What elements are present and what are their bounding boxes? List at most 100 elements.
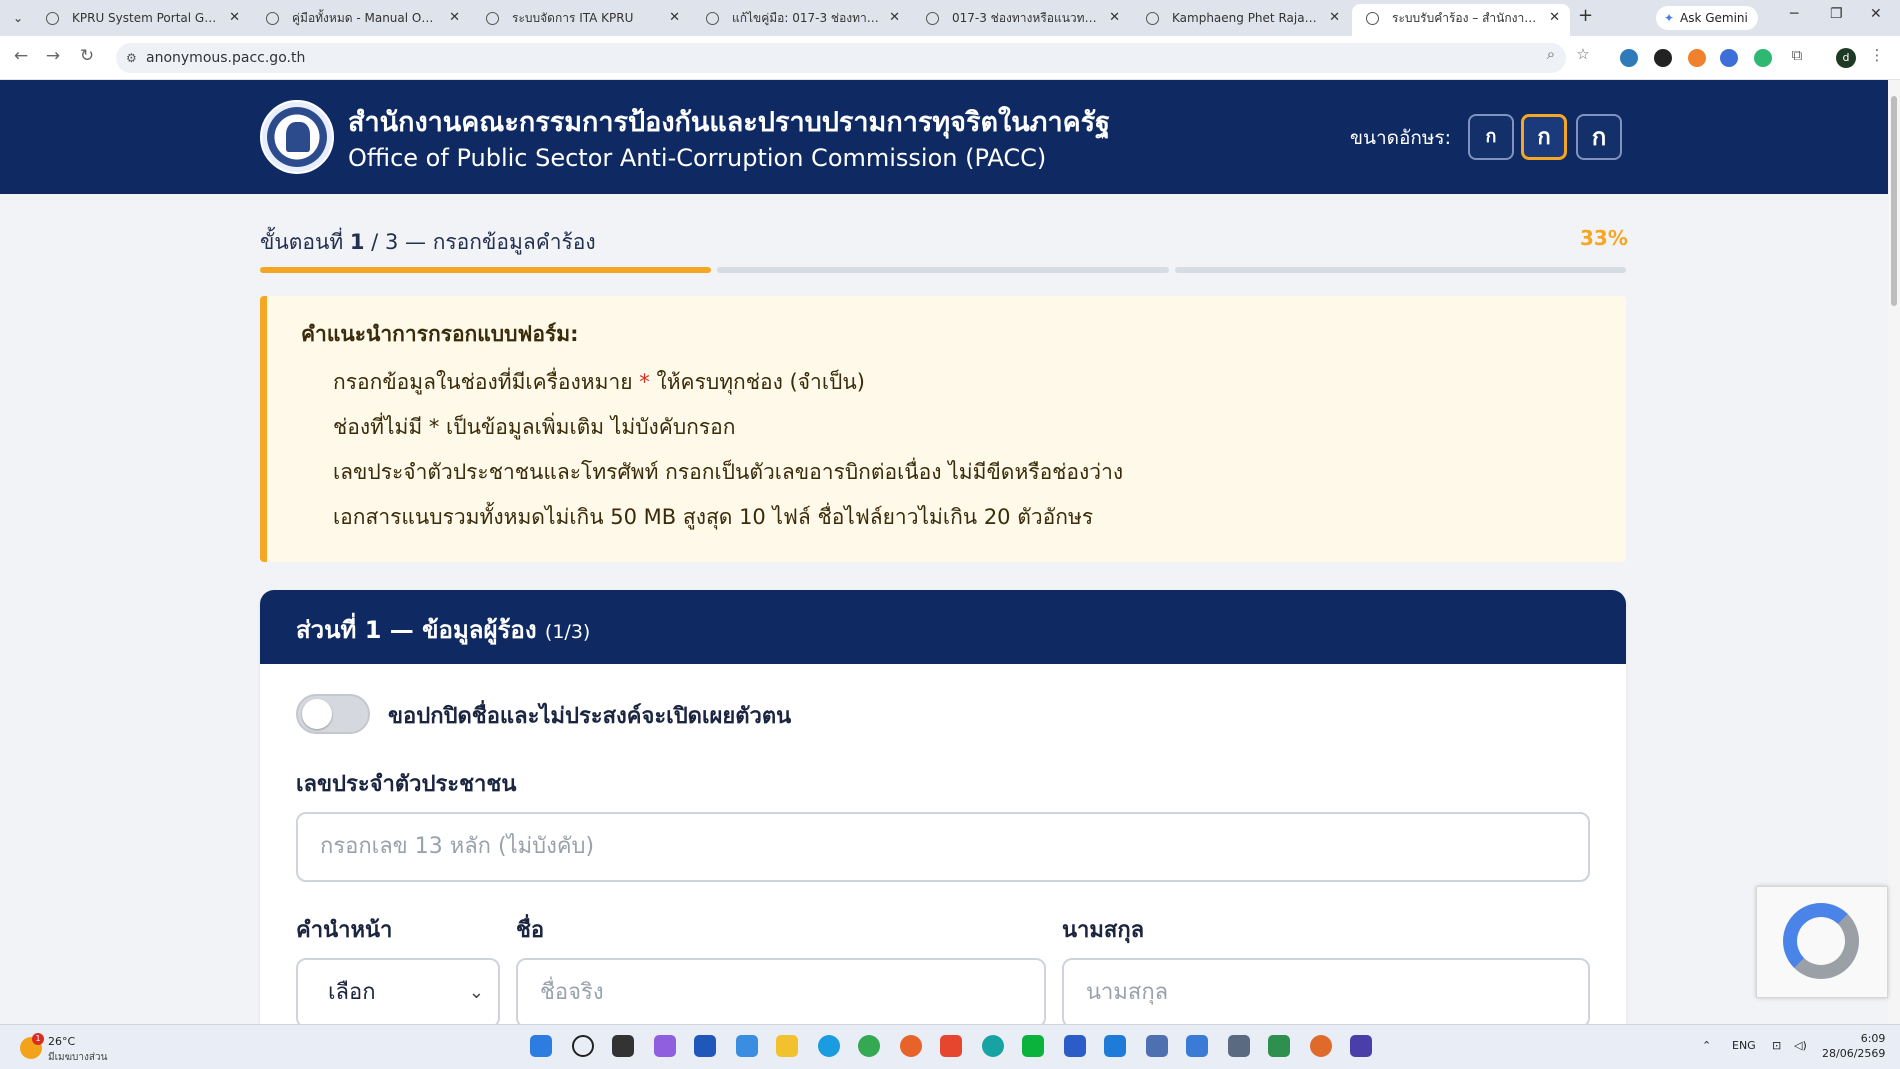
search-icon[interactable] bbox=[572, 1035, 594, 1057]
prefix-select-value: เลือก bbox=[328, 980, 376, 1005]
lastname-input[interactable]: นามสกุล bbox=[1062, 958, 1590, 1024]
app-orange-icon[interactable] bbox=[1310, 1035, 1332, 1057]
copilot-icon[interactable] bbox=[654, 1035, 676, 1057]
bookmark-star-icon[interactable]: ☆ bbox=[1572, 45, 1594, 63]
network-icon[interactable]: ⊡ bbox=[1772, 1039, 1781, 1052]
store-icon[interactable] bbox=[694, 1035, 716, 1057]
recaptcha-badge[interactable] bbox=[1756, 886, 1888, 998]
mail-icon[interactable] bbox=[736, 1035, 758, 1057]
weather-temp: 26°C bbox=[48, 1035, 76, 1048]
required-star: * bbox=[639, 370, 650, 394]
extensions-puzzle-icon[interactable]: ⧉ bbox=[1786, 46, 1808, 64]
tab-favicon-icon bbox=[1366, 12, 1379, 25]
gemini-spark-icon: ✦ bbox=[1664, 11, 1675, 25]
app-teal-icon[interactable] bbox=[982, 1035, 1004, 1057]
page-scrollbar[interactable] bbox=[1888, 80, 1900, 1024]
notepad-icon[interactable] bbox=[1186, 1035, 1208, 1057]
extension-orange-icon[interactable] bbox=[1688, 49, 1706, 67]
tab-close-icon[interactable]: ✕ bbox=[229, 4, 240, 32]
firstname-input[interactable]: ชื่อจริง bbox=[516, 958, 1046, 1024]
start-windows-icon[interactable] bbox=[530, 1035, 552, 1057]
taskbar-clock[interactable]: 6:09 28/06/2569 bbox=[1822, 1031, 1885, 1061]
task-view-icon[interactable] bbox=[612, 1035, 634, 1057]
tab-close-icon[interactable]: ✕ bbox=[669, 4, 680, 32]
tab-search-chevron-icon[interactable]: ⌄ bbox=[8, 8, 28, 28]
extension-green-icon[interactable] bbox=[1754, 49, 1772, 67]
instruction-item: เลขประจำตัวประชาชนและโทรศัพท์ กรอกเป็นตั… bbox=[333, 460, 1124, 484]
tab-favicon-icon bbox=[706, 12, 719, 25]
progress-segment-pending bbox=[1174, 267, 1626, 273]
firefox-icon[interactable] bbox=[900, 1035, 922, 1057]
calculator-icon[interactable] bbox=[1228, 1035, 1250, 1057]
snipping-tool-icon[interactable] bbox=[1146, 1035, 1168, 1057]
chrome-icon[interactable] bbox=[858, 1035, 880, 1057]
tab-close-icon[interactable]: ✕ bbox=[1549, 4, 1560, 32]
id-number-input[interactable]: กรอกเลข 13 หลัก (ไม่บังคับ) bbox=[296, 812, 1590, 882]
tab-close-icon[interactable]: ✕ bbox=[1329, 4, 1340, 32]
line-icon[interactable] bbox=[1022, 1035, 1044, 1057]
section-title-text: ส่วนที่ 1 — ข้อมูลผู้ร้อง bbox=[296, 616, 537, 644]
shield-app-icon[interactable] bbox=[1064, 1035, 1086, 1057]
applicant-section-card: ส่วนที่ 1 — ข้อมูลผู้ร้อง (1/3) ขอปกปิดช… bbox=[260, 590, 1626, 1024]
browser-tab[interactable]: ระบบจัดการ ITA KPRU ✕ bbox=[472, 4, 690, 36]
site-info-icon[interactable]: ⚙ bbox=[126, 43, 137, 73]
os-taskbar: 1 26°C มีเมฆบางส่วน ⌃ ENG ⊡ ◁) 6:09 28/0… bbox=[0, 1024, 1900, 1069]
tab-close-icon[interactable]: ✕ bbox=[889, 4, 900, 32]
tab-close-icon[interactable]: ✕ bbox=[449, 4, 460, 32]
tab-title: KPRU System Portal Gallery bbox=[72, 11, 238, 25]
restore-icon[interactable]: ❐ bbox=[1830, 6, 1843, 22]
scrollbar-thumb[interactable] bbox=[1891, 96, 1897, 306]
brave-icon[interactable] bbox=[940, 1035, 962, 1057]
edge-icon[interactable] bbox=[818, 1035, 840, 1057]
weather-badge: 1 bbox=[32, 1033, 44, 1045]
instruction-item-1-rest: ให้ครบทุกช่อง (จำเป็น) bbox=[656, 370, 865, 394]
minimize-icon[interactable]: ─ bbox=[1790, 6, 1798, 22]
font-size-small-button[interactable]: ก bbox=[1468, 114, 1514, 160]
browser-tab-active[interactable]: ระบบรับคำร้อง – สำนักงาน ป.ป.ท. ✕ bbox=[1352, 4, 1570, 36]
new-tab-icon[interactable]: + bbox=[1578, 5, 1593, 26]
pacc-logo bbox=[260, 100, 334, 174]
extension-blue-icon[interactable] bbox=[1720, 49, 1738, 67]
ask-gemini-label: Ask Gemini bbox=[1680, 11, 1748, 25]
url-field[interactable]: ⚙ anonymous.pacc.go.th bbox=[116, 43, 1566, 73]
step-indicator: ขั้นตอนที่ 1 / 3 — กรอกข้อมูลคำร้อง bbox=[260, 226, 596, 259]
instructions-title: คำแนะนำการกรอกแบบฟอร์ม: bbox=[301, 322, 579, 346]
file-explorer-icon[interactable] bbox=[776, 1035, 798, 1057]
browser-tab[interactable]: KPRU System Portal Gallery ✕ bbox=[32, 4, 250, 36]
extension-s-icon[interactable] bbox=[1654, 49, 1672, 67]
instructions-box: คำแนะนำการกรอกแบบฟอร์ม: กรอกข้อมูลในช่อง… bbox=[260, 296, 1626, 562]
anonymous-toggle[interactable] bbox=[296, 694, 370, 734]
browser-tab[interactable]: แก้ไขคู่มือ: 017-3 ช่องทางหรือแนวทาง ✕ bbox=[692, 4, 910, 36]
vscode-icon[interactable] bbox=[1104, 1035, 1126, 1057]
tab-favicon-icon bbox=[266, 12, 279, 25]
browser-tab[interactable]: 017-3 ช่องทางหรือแนวทางแจ้งเรื่องร้ ✕ bbox=[912, 4, 1130, 36]
input-language[interactable]: ENG bbox=[1732, 1039, 1756, 1052]
profile-avatar[interactable]: d bbox=[1836, 48, 1856, 68]
app-purple-icon[interactable] bbox=[1350, 1035, 1372, 1057]
browser-tab[interactable]: คู่มือทั้งหมด - Manual Online ✕ bbox=[252, 4, 470, 36]
browser-menu-icon[interactable]: ⋮ bbox=[1866, 46, 1888, 64]
ask-gemini-button[interactable]: ✦ Ask Gemini bbox=[1656, 6, 1758, 30]
lastname-label: นามสกุล bbox=[1062, 918, 1145, 943]
clock-date: 28/06/2569 bbox=[1822, 1047, 1886, 1060]
extension-sync-icon[interactable] bbox=[1620, 49, 1638, 67]
instruction-item-1-text: กรอกข้อมูลในช่องที่มีเครื่องหมาย bbox=[333, 370, 633, 394]
back-icon[interactable]: ← bbox=[10, 46, 32, 66]
prefix-label: คำนำหน้า bbox=[296, 918, 393, 943]
page-viewport: สำนักงานคณะกรรมการป้องกันและปราบปรามการท… bbox=[0, 80, 1888, 1024]
instruction-item: ช่องที่ไม่มี * เป็นข้อมูลเพิ่มเติม ไม่บั… bbox=[333, 415, 736, 439]
forward-icon[interactable]: → bbox=[42, 46, 64, 66]
tray-chevron-up-icon[interactable]: ⌃ bbox=[1702, 1039, 1711, 1052]
font-size-medium-button[interactable]: ก bbox=[1521, 114, 1567, 160]
prefix-select[interactable]: เลือก ⌄ bbox=[296, 958, 500, 1024]
org-name-en: Office of Public Sector Anti-Corruption … bbox=[348, 144, 1047, 172]
app-green-icon[interactable] bbox=[1268, 1035, 1290, 1057]
browser-tab[interactable]: Kamphaeng Phet Rajabhat Uni ✕ bbox=[1132, 4, 1350, 36]
reload-icon[interactable]: ↻ bbox=[76, 46, 98, 66]
close-window-icon[interactable]: ✕ bbox=[1870, 6, 1882, 22]
volume-icon[interactable]: ◁) bbox=[1794, 1039, 1807, 1052]
font-size-large-button[interactable]: ก bbox=[1576, 114, 1622, 160]
zoom-icon[interactable]: ⌕ bbox=[1540, 45, 1562, 63]
weather-widget[interactable]: 1 26°C มีเมฆบางส่วน bbox=[20, 1031, 140, 1065]
tab-close-icon[interactable]: ✕ bbox=[1109, 4, 1120, 32]
